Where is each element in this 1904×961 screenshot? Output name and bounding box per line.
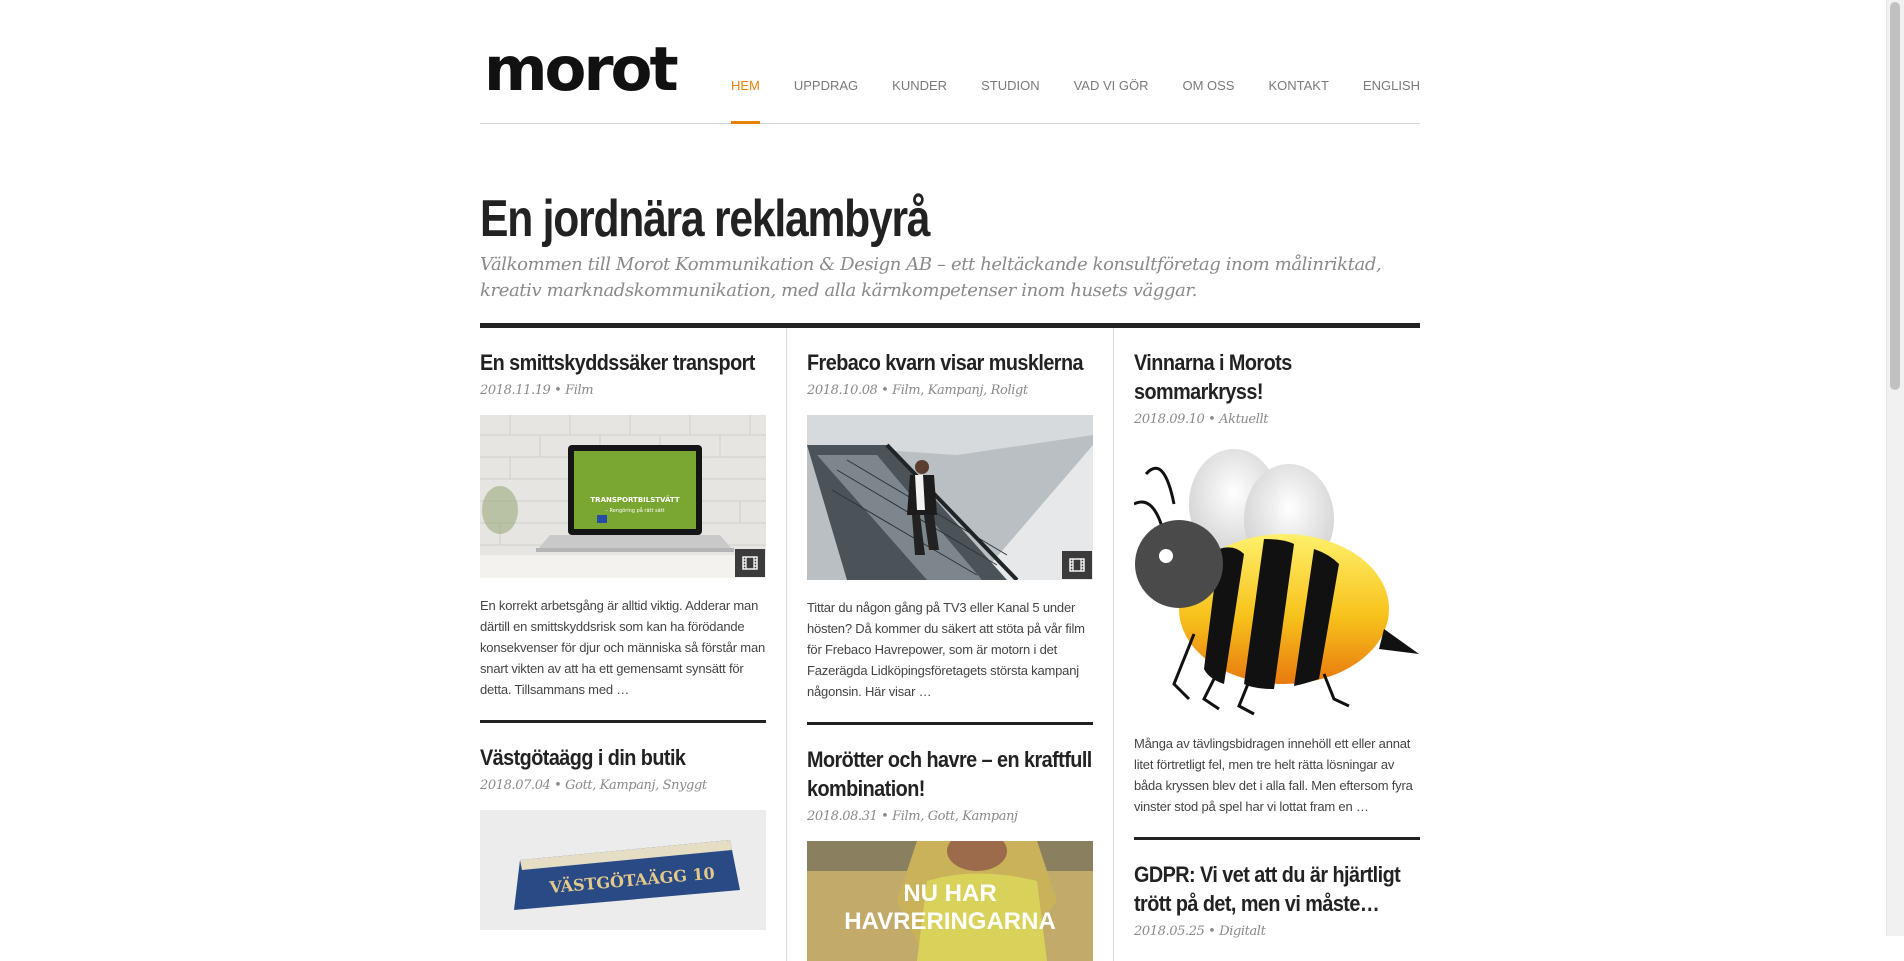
page-title: En jordnära reklambyrå: [480, 190, 931, 248]
bee-illustration: [1134, 449, 1419, 716]
post-card: GDPR: Vi vet att du är hjärtligt trött p…: [1134, 837, 1420, 939]
post-meta: 2018.10.08 • Film, Kampanj, Roligt: [807, 383, 1093, 398]
post-date: 2018.07.04: [480, 778, 551, 793]
meta-separator: •: [877, 383, 893, 398]
nav-item-kunder[interactable]: KUNDER: [892, 0, 947, 123]
intro-text: Välkommen till Morot Kommunikation & Des…: [480, 254, 1382, 301]
post-title[interactable]: GDPR: Vi vet att du är hjärtligt trött p…: [1134, 860, 1420, 918]
post-card: Frebaco kvarn visar musklerna 2018.10.08…: [807, 328, 1093, 702]
post-card: Morötter och havre – en kraftfull kombin…: [807, 722, 1093, 961]
site-logo[interactable]: morot: [484, 32, 679, 108]
post-categories[interactable]: Digitalt: [1219, 924, 1266, 939]
image-subcaption: – Rengöring på rätt sätt: [605, 507, 664, 514]
post-image[interactable]: NU HAR HAVRERINGARNA: [807, 841, 1093, 961]
hero-section: En jordnära reklambyrå Välkommen till Mo…: [480, 124, 1420, 328]
post-card: En smittskyddssäker transport 2018.11.19…: [480, 328, 766, 700]
meta-separator: •: [550, 778, 566, 793]
post-date: 2018.08.31: [807, 809, 878, 824]
oat-field-photo: NU HAR HAVRERINGARNA: [807, 841, 1093, 961]
nav-item-english[interactable]: ENGLISH: [1363, 0, 1420, 123]
post-image[interactable]: [807, 415, 1093, 580]
post-image[interactable]: TRANSPORTBILSTVÄTT – Rengöring på rätt s…: [480, 415, 766, 578]
post-meta: 2018.11.19 • Film: [480, 383, 766, 398]
post-grid: En smittskyddssäker transport 2018.11.19…: [480, 328, 1420, 961]
nav-item-studion[interactable]: STUDION: [981, 0, 1040, 123]
post-title[interactable]: En smittskyddssäker transport: [480, 348, 766, 377]
post-image[interactable]: [1134, 444, 1420, 716]
nav-item-uppdrag[interactable]: UPPDRAG: [794, 0, 858, 123]
image-subcaption: HAVRERINGARNA: [844, 908, 1056, 935]
post-title[interactable]: Morötter och havre – en kraftfull kombin…: [807, 745, 1093, 803]
post-date: 2018.10.08: [807, 383, 878, 398]
post-card: Västgötaägg i din butik 2018.07.04 • Got…: [480, 720, 766, 930]
scrollbar-thumb[interactable]: [1890, 2, 1900, 390]
meta-separator: •: [877, 809, 893, 824]
laptop-photo: TRANSPORTBILSTVÄTT – Rengöring på rätt s…: [480, 415, 766, 578]
nav-item-kontakt[interactable]: KONTAKT: [1268, 0, 1328, 123]
post-excerpt: En korrekt arbetsgång är alltid viktig. …: [480, 598, 765, 697]
escalator-photo: [807, 415, 1093, 580]
nav-item-vad-vi-gor[interactable]: VAD VI GÖR: [1074, 0, 1149, 123]
post-categories[interactable]: Film: [565, 383, 593, 398]
post-title[interactable]: Västgötaägg i din butik: [480, 743, 766, 772]
post-excerpt: Många av tävlingsbidragen innehöll ett e…: [1134, 736, 1413, 814]
post-meta: 2018.09.10 • Aktuellt: [1134, 412, 1420, 427]
meta-separator: •: [1204, 924, 1220, 939]
meta-separator: •: [1204, 412, 1220, 427]
post-date: 2018.11.19: [480, 383, 551, 398]
post-column-2: Frebaco kvarn visar musklerna 2018.10.08…: [786, 328, 1113, 961]
page-wrapper: morot HEM UPPDRAG KUNDER STUDION VAD VI …: [480, 0, 1420, 961]
site-header: morot HEM UPPDRAG KUNDER STUDION VAD VI …: [480, 0, 1420, 124]
post-date: 2018.05.25: [1134, 924, 1205, 939]
nav-item-om-oss[interactable]: OM OSS: [1182, 0, 1234, 123]
post-column-3: Vinnarna i Morots sommarkryss! 2018.09.1…: [1113, 328, 1420, 961]
post-meta: 2018.08.31 • Film, Gott, Kampanj: [807, 809, 1093, 824]
page-scrollbar[interactable]: [1886, 0, 1904, 936]
meta-separator: •: [550, 383, 566, 398]
post-card: Vinnarna i Morots sommarkryss! 2018.09.1…: [1134, 328, 1420, 817]
post-meta: 2018.07.04 • Gott, Kampanj, Snyggt: [480, 778, 766, 793]
egg-box-photo: VÄSTGÖTAÄGG 10: [480, 810, 766, 930]
post-categories[interactable]: Film, Gott, Kampanj: [892, 809, 1018, 824]
nav-item-hem[interactable]: HEM: [730, 0, 760, 124]
main-nav: HEM UPPDRAG KUNDER STUDION VAD VI GÖR OM…: [697, 0, 1420, 124]
film-icon[interactable]: [735, 549, 765, 577]
post-categories[interactable]: Aktuellt: [1219, 412, 1268, 427]
post-excerpt: Tittar du någon gång på TV3 eller Kanal …: [807, 600, 1085, 699]
post-categories[interactable]: Gott, Kampanj, Snyggt: [565, 778, 707, 793]
post-date: 2018.09.10: [1134, 412, 1205, 427]
post-image[interactable]: VÄSTGÖTAÄGG 10: [480, 810, 766, 930]
post-title[interactable]: Vinnarna i Morots sommarkryss!: [1134, 348, 1420, 406]
image-caption: TRANSPORTBILSTVÄTT: [590, 495, 679, 504]
image-caption: NU HAR: [903, 880, 996, 907]
post-column-1: En smittskyddssäker transport 2018.11.19…: [480, 328, 786, 961]
post-title[interactable]: Frebaco kvarn visar musklerna: [807, 348, 1093, 377]
post-categories[interactable]: Film, Kampanj, Roligt: [892, 383, 1028, 398]
film-icon[interactable]: [1062, 551, 1092, 579]
post-meta: 2018.05.25 • Digitalt: [1134, 924, 1420, 939]
